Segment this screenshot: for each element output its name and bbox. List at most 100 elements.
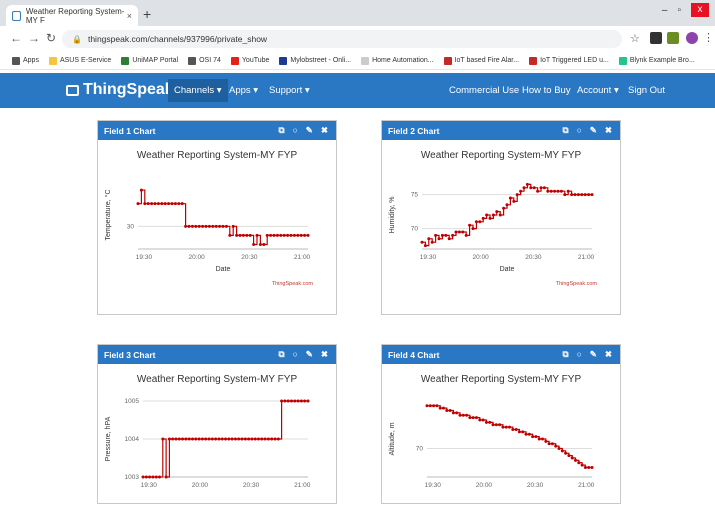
bookmark-item[interactable]: Home Automation...	[361, 56, 434, 65]
data-point[interactable]	[444, 233, 448, 237]
data-point[interactable]	[180, 202, 184, 206]
data-point[interactable]	[442, 406, 445, 410]
extension-icon[interactable]	[650, 32, 662, 44]
data-point[interactable]	[299, 399, 303, 403]
data-point[interactable]	[485, 213, 489, 217]
data-point[interactable]	[214, 224, 218, 228]
data-point[interactable]	[262, 242, 266, 246]
data-point[interactable]	[438, 406, 442, 410]
data-point[interactable]	[293, 399, 297, 403]
data-point[interactable]	[488, 420, 492, 424]
data-point[interactable]	[451, 233, 455, 237]
data-point[interactable]	[174, 437, 178, 441]
data-point[interactable]	[266, 437, 270, 441]
nav-channels[interactable]: Channels ▾	[168, 79, 228, 102]
data-point[interactable]	[502, 206, 506, 210]
data-point[interactable]	[207, 224, 211, 228]
data-point[interactable]	[471, 416, 475, 420]
data-point[interactable]	[167, 437, 171, 441]
data-point[interactable]	[221, 224, 225, 228]
extension-icon[interactable]	[667, 32, 679, 44]
data-point[interactable]	[252, 242, 256, 246]
nav-support[interactable]: Support ▾	[269, 85, 310, 96]
data-point[interactable]	[559, 189, 563, 193]
data-point[interactable]	[240, 437, 244, 441]
data-point[interactable]	[306, 233, 310, 237]
data-point[interactable]	[289, 233, 293, 237]
data-point[interactable]	[276, 437, 280, 441]
data-point[interactable]	[428, 404, 432, 408]
data-point[interactable]	[590, 466, 594, 469]
data-point[interactable]	[501, 425, 505, 429]
data-point[interactable]	[498, 423, 502, 427]
data-point[interactable]	[508, 425, 511, 429]
data-point[interactable]	[524, 432, 528, 436]
data-point[interactable]	[207, 437, 211, 441]
data-point[interactable]	[190, 224, 194, 228]
data-point[interactable]	[505, 203, 509, 207]
data-point[interactable]	[187, 224, 191, 228]
open-external-icon[interactable]: ⧉	[279, 125, 285, 136]
data-point[interactable]	[269, 233, 273, 237]
data-point[interactable]	[537, 437, 541, 441]
data-point[interactable]	[204, 224, 208, 228]
data-point[interactable]	[257, 437, 260, 441]
data-point[interactable]	[478, 220, 482, 224]
data-point[interactable]	[517, 430, 521, 434]
data-point[interactable]	[187, 437, 191, 441]
data-point[interactable]	[576, 193, 580, 197]
data-point[interactable]	[491, 213, 495, 217]
restore-button[interactable]: ▫	[677, 5, 681, 16]
data-point[interactable]	[170, 202, 174, 206]
edit-pencil-icon[interactable]: ✎	[590, 349, 597, 360]
data-point[interactable]	[451, 411, 455, 415]
thingspeak-logo[interactable]: ThingSpeak™	[66, 81, 185, 99]
data-point[interactable]	[573, 193, 577, 197]
data-point[interactable]	[279, 233, 283, 237]
data-point[interactable]	[201, 224, 205, 228]
data-point[interactable]	[290, 399, 293, 403]
bookmark-item[interactable]: UniMAP Portal	[121, 56, 178, 65]
minimize-button[interactable]: –	[662, 5, 668, 16]
data-point[interactable]	[564, 451, 568, 455]
data-point[interactable]	[461, 230, 465, 234]
data-point[interactable]	[161, 437, 165, 441]
nav-how-to-buy[interactable]: How to Buy	[522, 85, 571, 96]
data-point[interactable]	[580, 463, 584, 467]
data-point[interactable]	[423, 244, 427, 248]
data-point[interactable]	[494, 423, 498, 427]
data-point[interactable]	[481, 418, 485, 422]
data-point[interactable]	[511, 428, 515, 431]
data-point[interactable]	[303, 399, 307, 403]
data-point[interactable]	[258, 242, 262, 246]
nav-commercial-use[interactable]: Commercial Use	[449, 85, 519, 96]
data-point[interactable]	[136, 202, 140, 206]
data-point[interactable]	[457, 230, 461, 234]
data-point[interactable]	[556, 189, 560, 193]
data-point[interactable]	[427, 237, 431, 241]
data-point[interactable]	[243, 437, 247, 441]
nav-account[interactable]: Account ▾	[577, 85, 619, 96]
bookmark-item[interactable]: YouTube	[230, 56, 269, 65]
data-point[interactable]	[173, 202, 177, 206]
data-point[interactable]	[214, 437, 218, 441]
data-point[interactable]	[164, 475, 168, 479]
data-point[interactable]	[139, 188, 143, 192]
bookmark-item[interactable]: Mylobstreet - Onli...	[279, 56, 351, 65]
data-point[interactable]	[156, 202, 160, 206]
open-external-icon[interactable]: ⧉	[279, 349, 285, 360]
data-point[interactable]	[512, 199, 516, 203]
data-point[interactable]	[245, 233, 249, 237]
data-point[interactable]	[197, 437, 201, 441]
data-point[interactable]	[296, 399, 300, 403]
data-point[interactable]	[440, 233, 444, 237]
data-point[interactable]	[527, 432, 531, 436]
data-point[interactable]	[247, 437, 251, 441]
bookmark-item[interactable]: Apps	[12, 56, 39, 65]
data-point[interactable]	[160, 202, 164, 206]
data-point[interactable]	[570, 193, 574, 197]
data-point[interactable]	[272, 233, 276, 237]
open-external-icon[interactable]: ⧉	[563, 125, 569, 136]
bookmark-item[interactable]: ASUS E-Service	[48, 56, 111, 65]
data-point[interactable]	[532, 186, 536, 190]
